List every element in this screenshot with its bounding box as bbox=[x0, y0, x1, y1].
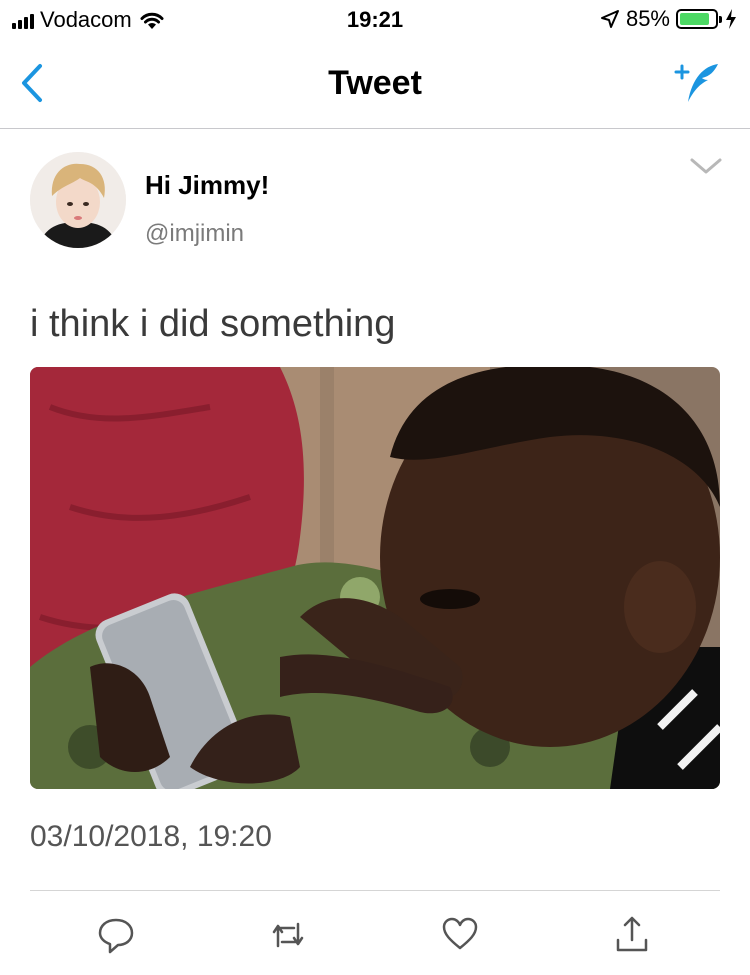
battery-percent: 85% bbox=[625, 6, 670, 31]
divider bbox=[30, 890, 720, 891]
tweet-actions bbox=[0, 912, 750, 962]
tweet-timestamp: 03/10/2018, 19:20 bbox=[30, 820, 272, 853]
tweet-photo bbox=[30, 367, 720, 789]
avatar-image bbox=[30, 152, 126, 248]
reply-button[interactable] bbox=[96, 912, 136, 958]
location-arrow-icon bbox=[600, 10, 619, 28]
reply-icon bbox=[98, 918, 134, 954]
nav-bar: Tweet bbox=[0, 40, 750, 129]
retweet-icon bbox=[272, 922, 304, 948]
avatar[interactable] bbox=[30, 152, 126, 248]
battery-level bbox=[680, 13, 709, 25]
tweet-text: i think i did something bbox=[30, 303, 396, 345]
tweet-media[interactable] bbox=[30, 367, 720, 789]
status-bar: Vodacom 19:21 85% bbox=[0, 0, 750, 40]
tweet-menu-button[interactable] bbox=[686, 150, 726, 184]
compose-button[interactable] bbox=[670, 56, 726, 112]
user-handle[interactable]: @imjimin bbox=[145, 220, 244, 248]
like-button[interactable] bbox=[440, 912, 480, 958]
page-title: Tweet bbox=[328, 64, 422, 102]
status-right: 85% bbox=[600, 6, 738, 32]
display-name[interactable]: Hi Jimmy! bbox=[145, 170, 269, 201]
share-icon bbox=[616, 916, 648, 952]
compose-tweet-icon bbox=[674, 64, 718, 102]
share-button[interactable] bbox=[612, 912, 652, 958]
battery-icon bbox=[676, 9, 722, 29]
retweet-button[interactable] bbox=[268, 912, 308, 958]
chevron-down-icon bbox=[690, 158, 722, 174]
charging-bolt-icon bbox=[726, 9, 736, 29]
like-icon bbox=[442, 917, 478, 950]
